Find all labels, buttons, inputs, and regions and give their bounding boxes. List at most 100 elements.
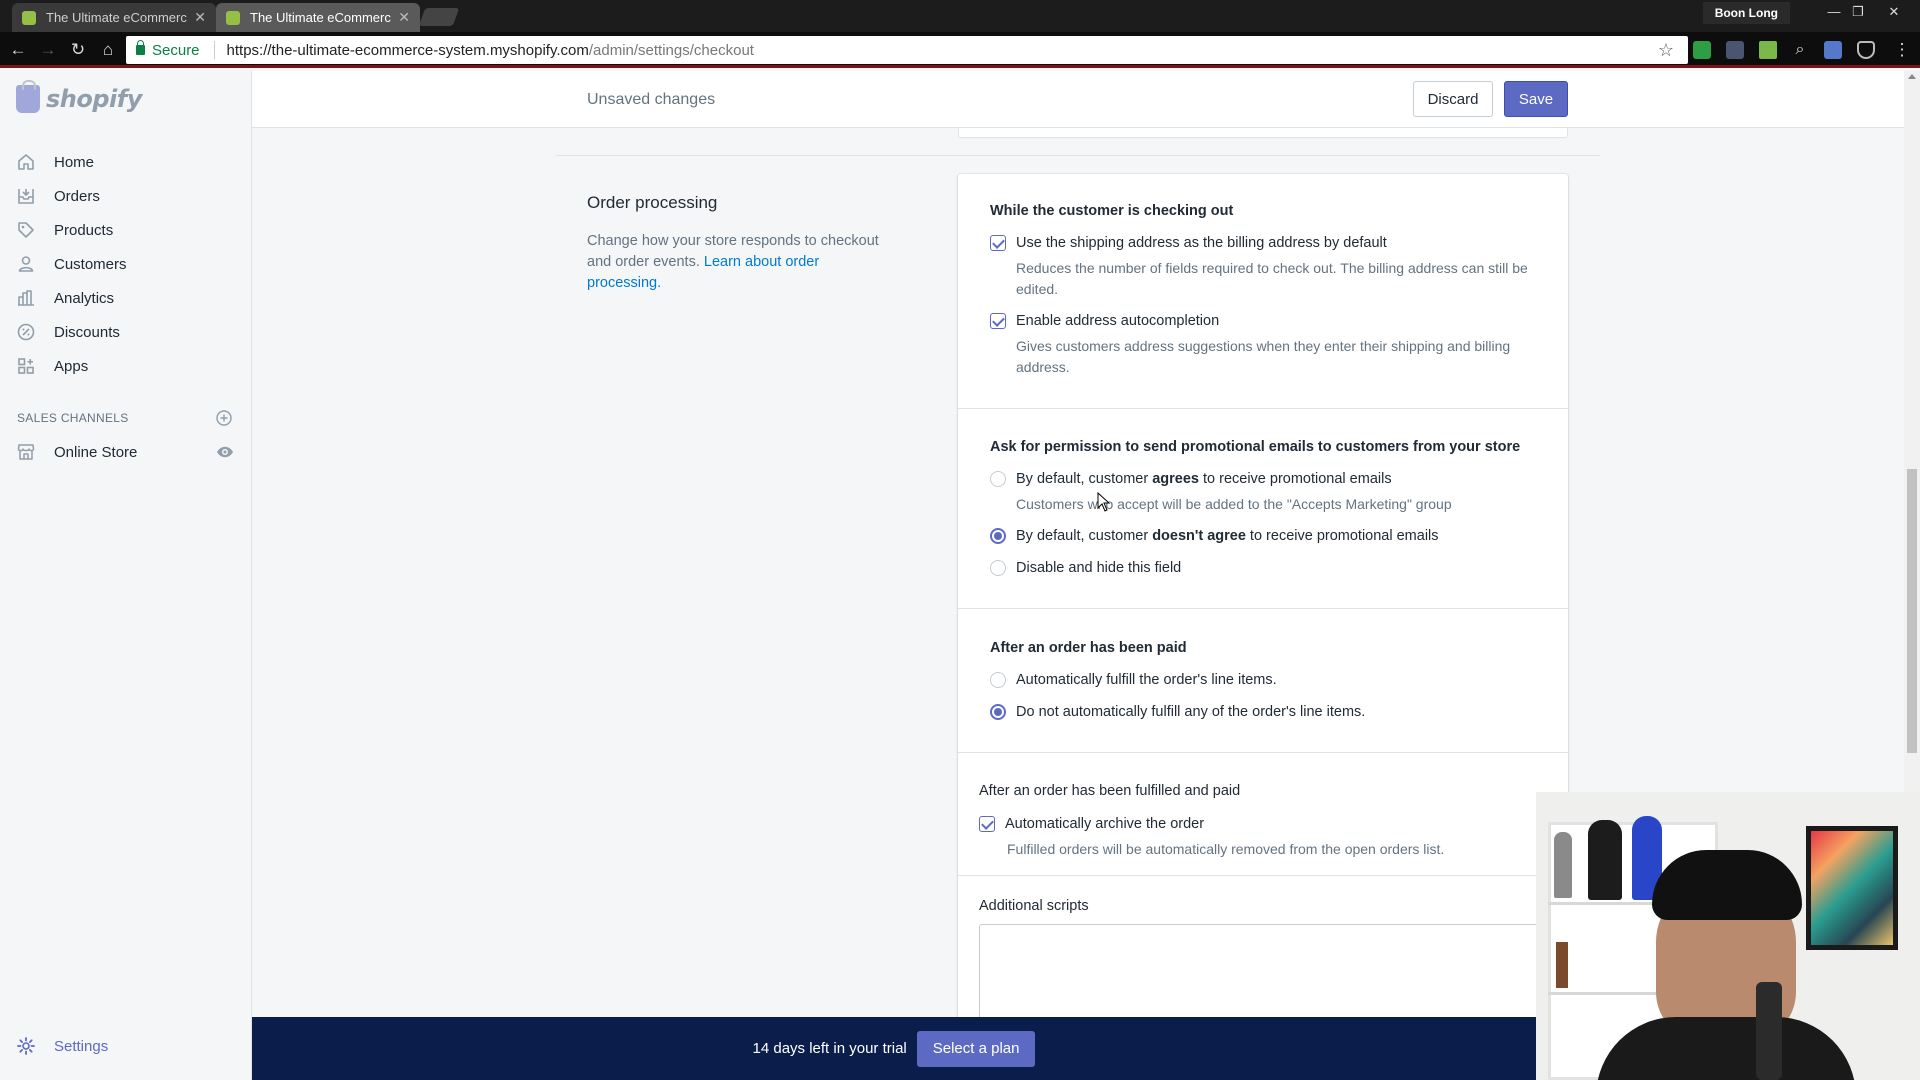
option-label: Automatically archive the order (1005, 816, 1205, 832)
shipping-as-billing-option[interactable]: Use the shipping address as the billing … (990, 235, 1387, 251)
add-channel-icon[interactable] (216, 410, 232, 426)
url-path: /admin/settings/checkout (588, 41, 754, 59)
gear-icon (16, 1036, 36, 1056)
sidebar-item-label: Products (54, 221, 114, 239)
tag-icon (16, 220, 36, 240)
option-label: Do not automatically fulfill any of the … (1016, 704, 1366, 720)
window-close-icon[interactable]: ✕ (1882, 2, 1906, 22)
unsaved-changes-label: Unsaved changes (587, 91, 716, 108)
option-label: By default, customer agrees to receive p… (1016, 471, 1392, 487)
sidebar-item-products[interactable]: Products (0, 213, 252, 247)
restore-icon[interactable]: ❐ (1846, 2, 1870, 22)
radio-selected[interactable] (990, 528, 1006, 544)
extension-icon[interactable] (1824, 41, 1842, 59)
sidebar-item-label: Apps (54, 357, 89, 375)
option-label: By default, customer doesn't agree to re… (1016, 528, 1439, 544)
shopify-logo[interactable]: shopify (16, 80, 142, 113)
option-label-text: to receive promotional emails (1198, 471, 1392, 487)
new-tab-button[interactable] (418, 8, 460, 26)
sidebar-item-analytics[interactable]: Analytics (0, 281, 252, 315)
sidebar-item-settings[interactable]: Settings (0, 1029, 252, 1063)
sidebar: shopify Home Orders Products Customers A… (0, 71, 252, 1080)
secure-indicator[interactable]: Secure (136, 40, 200, 59)
forward-icon[interactable]: → (36, 38, 60, 62)
section-title: Order processing (587, 193, 718, 212)
section-divider (556, 155, 1600, 156)
option-label: Use the shipping address as the billing … (1016, 235, 1387, 251)
sales-channels-heading: SALES CHANNELS (17, 411, 129, 425)
sidebar-item-online-store[interactable]: Online Store (0, 435, 252, 469)
tab-title: The Ultimate eCommerc (46, 10, 187, 25)
figure (1554, 832, 1572, 898)
trial-banner: 14 days left in your trial Select a plan (252, 1017, 1536, 1080)
promo-doesnt-agree-option[interactable]: By default, customer doesn't agree to re… (990, 528, 1439, 544)
contextual-save-bar: Unsaved changes Discard Save (252, 71, 1904, 128)
minimize-icon[interactable]: — (1822, 2, 1846, 22)
select-plan-button[interactable]: Select a plan (916, 1030, 1036, 1067)
sidebar-item-discounts[interactable]: Discounts (0, 315, 252, 349)
sidebar-item-apps[interactable]: Apps (0, 349, 252, 383)
radio-unselected[interactable] (990, 560, 1006, 576)
promo-disable-option[interactable]: Disable and hide this field (990, 560, 1181, 576)
reload-icon[interactable]: ↻ (66, 38, 90, 62)
person-icon (16, 254, 36, 274)
menu-dots-icon[interactable]: ⋮ (1890, 38, 1914, 62)
sidebar-item-customers[interactable]: Customers (0, 247, 252, 281)
checkbox-checked[interactable] (990, 235, 1006, 251)
bookmark-star-icon[interactable]: ☆ (1658, 40, 1674, 61)
auto-archive-option[interactable]: Automatically archive the order (979, 816, 1204, 832)
extension-icon[interactable] (1693, 41, 1711, 59)
home-button-icon[interactable]: ⌂ (96, 38, 120, 62)
checkbox-checked[interactable] (990, 313, 1006, 329)
auto-fulfill-option[interactable]: Automatically fulfill the order's line i… (990, 672, 1277, 688)
additional-scripts-label: Additional scripts (979, 898, 1089, 914)
browser-tab-active[interactable]: The Ultimate eCommerc ✕ (216, 3, 420, 32)
discount-icon (16, 322, 36, 342)
radio-unselected[interactable] (990, 471, 1006, 487)
extension-icon[interactable] (1759, 41, 1777, 59)
no-auto-fulfill-option[interactable]: Do not automatically fulfill any of the … (990, 704, 1365, 720)
promo-agrees-option[interactable]: By default, customer agrees to receive p… (990, 471, 1392, 487)
checkbox-checked[interactable] (979, 816, 995, 832)
radio-selected[interactable] (990, 704, 1006, 720)
shield-icon[interactable] (1857, 41, 1875, 59)
eye-icon[interactable] (216, 445, 234, 459)
tab-title: The Ultimate eCommerc (250, 10, 391, 25)
home-icon (16, 152, 36, 172)
sidebar-item-home[interactable]: Home (0, 145, 252, 179)
figure (1588, 820, 1622, 900)
extension-icon[interactable] (1726, 41, 1744, 59)
address-bar[interactable]: Secure https://the-ultimate-ecommerce-sy… (126, 36, 1688, 64)
option-label: Enable address autocompletion (1016, 313, 1220, 329)
option-label: Automatically fulfill the order's line i… (1016, 672, 1277, 688)
sidebar-item-label: Customers (54, 255, 127, 273)
secure-label: Secure (152, 41, 200, 59)
save-button[interactable]: Save (1504, 81, 1568, 117)
radio-unselected[interactable] (990, 672, 1006, 688)
scroll-up-arrow-icon[interactable] (1908, 74, 1916, 79)
presenter-hair (1652, 850, 1802, 920)
promo-heading: Ask for permission to send promotional e… (990, 439, 1521, 455)
profile-name[interactable]: Boon Long (1702, 2, 1790, 24)
sidebar-item-orders[interactable]: Orders (0, 179, 252, 213)
option-help-text: Customers who accept will be added to th… (1016, 496, 1452, 512)
option-label-emphasis: doesn't agree (1152, 528, 1246, 544)
sidebar-item-label: Settings (54, 1037, 109, 1055)
trial-text: 14 days left in your trial (752, 1040, 907, 1057)
discard-button[interactable]: Discard (1413, 81, 1493, 117)
scrollbar-thumb[interactable] (1907, 469, 1917, 753)
address-autocompletion-option[interactable]: Enable address autocompletion (990, 313, 1219, 329)
microphone (1756, 982, 1782, 1080)
browser-tab[interactable]: The Ultimate eCommerc ✕ (12, 3, 216, 32)
back-icon[interactable]: ← (6, 38, 30, 62)
zoom-icon[interactable]: ⌕ (1788, 38, 1812, 62)
lock-icon (136, 40, 145, 55)
option-help-text: Gives customers address suggestions when… (1016, 338, 1511, 375)
close-icon[interactable]: ✕ (194, 9, 206, 26)
fulfilled-heading: After an order has been fulfilled and pa… (979, 783, 1241, 799)
option-label-text: By default, customer (1016, 471, 1153, 487)
orders-icon (16, 186, 36, 206)
mouse-cursor-icon (1097, 492, 1111, 512)
close-icon[interactable]: ✕ (398, 9, 410, 26)
shopify-favicon-icon (22, 10, 36, 25)
